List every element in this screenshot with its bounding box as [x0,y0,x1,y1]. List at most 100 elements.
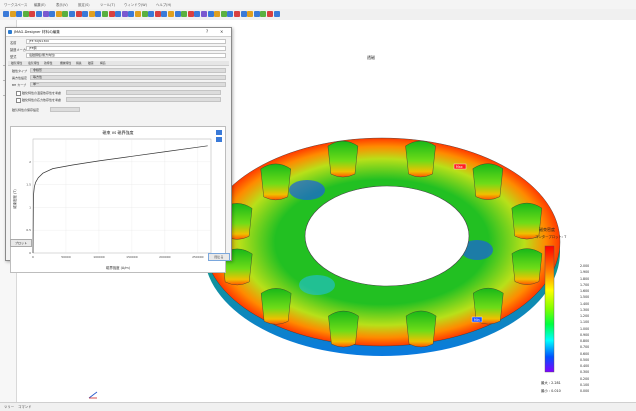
toolbar-button[interactable] [194,11,201,17]
toolbar-button[interactable] [148,11,155,17]
maker-field[interactable]: JFE鋼 [26,46,226,51]
toolbar-button[interactable] [260,11,267,17]
stator-tooth [405,140,436,178]
app-icon [8,29,12,34]
temp-field[interactable] [66,90,221,95]
toolbar-button[interactable] [3,11,9,17]
close-button[interactable]: 閉じる [208,253,230,261]
material-editor-dialog: JMAG-Designer 材料の編集 ? × 名前 JFE 50JN1300 … [5,27,232,273]
tab-magnetostriction[interactable]: 磁歪 [88,61,94,65]
menu-item[interactable]: ヘルプ(H) [156,2,171,7]
legend-value: 0.200 [580,376,590,381]
toolbar-button[interactable] [42,11,49,17]
toolbar-button[interactable] [82,11,89,17]
toolbar-button[interactable] [214,11,221,17]
menu-item[interactable]: 編集(E) [34,2,46,7]
plot-button[interactable]: プロット [10,239,32,247]
menu-item[interactable]: 表示(V) [56,2,68,7]
toolbar-button[interactable] [16,11,23,17]
plot-title: 透磁 [367,55,375,60]
stator-tooth [405,310,437,348]
tab-thermal[interactable]: 熱特性 [44,61,52,65]
toolbar-button[interactable] [29,11,36,17]
menu-item[interactable]: ツール(T) [100,2,115,7]
name-field[interactable]: JFE 50JN1300 [26,39,226,44]
stator-tooth [472,163,504,200]
tab-tree[interactable]: ツリー [4,404,14,409]
magnetic-type-field[interactable]: 非線形 [30,68,226,73]
toolbar-button[interactable] [207,11,214,17]
tab-structure[interactable]: 構造 [100,61,106,65]
tab-mechanical[interactable]: 機械特性 [60,61,71,65]
extra-field[interactable] [50,107,80,112]
toolbar-button[interactable] [55,11,62,17]
legend-value: 2.000 [580,264,590,268]
temp-checkbox-label: 磁化特性の温度依存性を考慮 [22,91,62,95]
x-tick-label: 0 [32,255,34,259]
toolbar-button[interactable] [102,11,108,17]
flux-patch [299,275,335,295]
toolbar-button[interactable] [267,11,273,17]
help-icon[interactable]: ? [206,29,208,34]
name-label: 名前 [10,41,17,45]
legend-value: 1.700 [580,282,590,287]
x-axis-label: 磁界強度 (A/m) [106,265,131,270]
toolbar-button[interactable] [69,11,75,17]
inner-bore [304,185,470,287]
toolbar-button[interactable] [187,11,194,17]
toolbar-button[interactable] [247,11,254,17]
legend-value: 1.800 [580,276,590,281]
bh-curve-field[interactable]: 単一 [30,82,226,87]
chart-tool-icon[interactable] [216,130,222,135]
menu-item[interactable]: ワークスペース [4,2,27,7]
toolbar-button[interactable] [36,11,42,17]
menu-item[interactable]: ウィンドウ(W) [124,2,147,7]
toolbar-button[interactable] [168,11,174,17]
y-tick-label: 0 [29,251,31,255]
legend-value: 1.000 [580,326,590,331]
toolbar-button[interactable] [141,11,148,17]
toolbar-button[interactable] [220,11,227,17]
tab-command[interactable]: コマンド [18,404,32,409]
tab-electric[interactable]: 電気特性 [28,61,39,65]
tab-magnetic[interactable]: 磁気特性 [11,61,22,65]
tab-loss[interactable]: 損失 [76,61,82,65]
toolbar-button[interactable] [115,11,122,17]
toolbar-button[interactable] [135,11,141,17]
toolbar-button[interactable] [9,11,16,17]
stator-tooth [260,163,291,201]
toolbar-button[interactable] [62,11,69,17]
legend-value: 1.200 [580,314,590,318]
chart-tool-icon[interactable] [216,137,222,142]
tab-strip [8,61,229,66]
toolbar-button[interactable] [240,11,247,17]
bh-chart-panel: 磁束 vs 磁界強度 0 50000 100000 150000 200000 25000… [10,126,226,273]
toolbar-button[interactable] [201,11,207,17]
temp-checkbox[interactable] [16,91,21,96]
toolbar-button[interactable] [108,11,115,17]
toolbar-button[interactable] [227,11,234,17]
type-label: 型式 [10,55,17,59]
toolbar-button[interactable] [95,11,102,17]
toolbar-button[interactable] [128,11,135,17]
type-field[interactable]: 電磁鋼板(無方向性) [26,53,226,58]
toolbar-button[interactable] [49,11,56,17]
toolbar-button[interactable] [273,11,280,17]
toolbar-button[interactable] [181,11,188,17]
legend-value: 1.600 [580,289,590,293]
stress-checkbox[interactable] [16,98,21,103]
toolbar-button[interactable] [88,11,95,17]
toolbar-button[interactable] [174,11,181,17]
toolbar-button[interactable] [75,11,82,17]
close-icon[interactable]: × [220,29,223,34]
anisotropy-field[interactable]: 等方性 [30,75,226,80]
toolbar-button[interactable] [121,11,128,17]
toolbar-button[interactable] [161,11,168,17]
chart-title: 磁束 vs 磁界強度 [103,129,134,135]
toolbar-button[interactable] [234,11,240,17]
stress-field[interactable] [66,97,221,102]
menu-item[interactable]: 設定(S) [78,2,90,7]
toolbar-button[interactable] [22,11,29,17]
toolbar-button[interactable] [253,11,260,17]
toolbar-button[interactable] [154,11,161,17]
